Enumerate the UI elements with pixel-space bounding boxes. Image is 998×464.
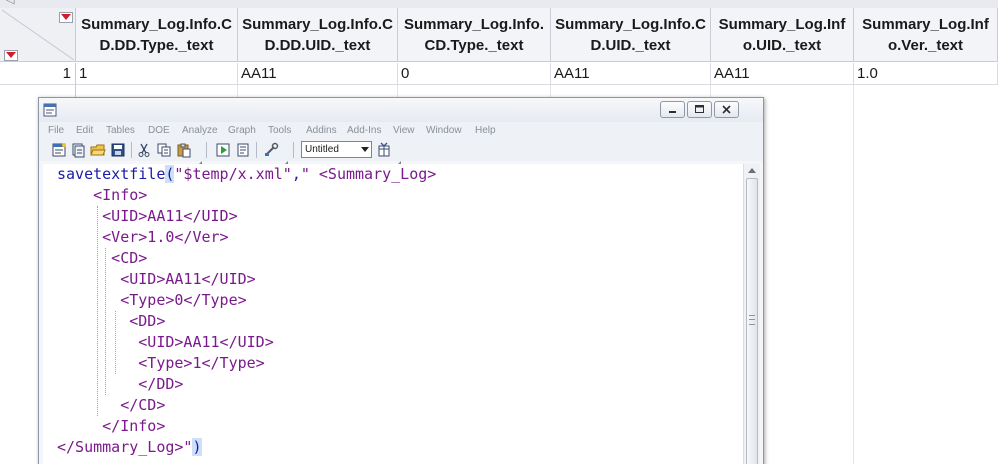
- table-select-icon[interactable]: [376, 142, 392, 158]
- script-app-icon: [43, 103, 57, 117]
- code-line[interactable]: savetextfile("$temp/x.xml"," <Summary_Lo…: [57, 164, 436, 185]
- maximize-button[interactable]: [687, 101, 712, 118]
- code-string-path: "$temp/x.xml": [174, 165, 292, 183]
- code-string-xml: " <Summary_Log>: [300, 165, 437, 183]
- menu-bar: File Edit Tables DOE Analyze Graph Tools…: [39, 122, 763, 139]
- toolbar-grip-icon: [396, 153, 401, 166]
- code-line[interactable]: </CD>: [57, 395, 165, 416]
- table-cell[interactable]: 1: [76, 63, 238, 85]
- minimize-button[interactable]: [660, 101, 685, 118]
- table-cell[interactable]: AA11: [551, 63, 711, 85]
- code-paren-close: ): [192, 438, 202, 456]
- table-cell[interactable]: 0: [398, 63, 551, 85]
- table-corner-cell[interactable]: [0, 8, 76, 62]
- table-select[interactable]: Untitled: [301, 141, 372, 158]
- column-header-4[interactable]: Summary_Log.Info.CD.UID._text: [551, 8, 711, 62]
- code-line[interactable]: </DD>: [57, 374, 183, 395]
- close-button[interactable]: [714, 101, 739, 118]
- collapse-left-icon[interactable]: ◁: [6, 0, 14, 6]
- code-line[interactable]: </Summary_Log>"): [57, 437, 202, 458]
- code-line[interactable]: <Type>1</Type>: [57, 353, 264, 374]
- row-menu-red-triangle-icon[interactable]: [6, 52, 16, 58]
- toolbar-separator: [206, 142, 207, 158]
- close-icon: [722, 105, 731, 114]
- window-title-bar[interactable]: [39, 98, 763, 122]
- menu-file[interactable]: File: [48, 124, 64, 137]
- toolbar-grip-icon: [197, 153, 202, 166]
- script-editor[interactable]: savetextfile("$temp/x.xml"," <Summary_Lo…: [43, 164, 743, 464]
- grid-line: [853, 85, 854, 464]
- open-folder-icon[interactable]: [90, 142, 106, 158]
- open-icon[interactable]: [70, 142, 86, 158]
- row-number[interactable]: 1: [0, 63, 76, 85]
- new-script-icon[interactable]: [51, 142, 67, 158]
- code-comma: ,: [291, 165, 301, 183]
- minimize-icon: [669, 111, 676, 113]
- menu-tools[interactable]: Tools: [268, 124, 291, 137]
- code-line[interactable]: <CD>: [57, 248, 147, 269]
- menu-window[interactable]: Window: [426, 124, 462, 137]
- table-cell[interactable]: 1.0: [854, 63, 998, 85]
- column-header-6[interactable]: Summary_Log.Info.Ver._text: [854, 8, 998, 62]
- column-header-5[interactable]: Summary_Log.Info.UID._text: [711, 8, 854, 62]
- paste-icon[interactable]: [176, 142, 192, 158]
- menu-addins[interactable]: Addins: [306, 124, 337, 137]
- screen: ◁ Summary_Log.Info.CD.DD.Type._text Summ…: [0, 0, 998, 464]
- code-line[interactable]: <Info>: [57, 185, 147, 206]
- code-line[interactable]: <Ver>1.0</Ver>: [57, 227, 228, 248]
- scroll-up-arrow-icon[interactable]: [748, 168, 756, 173]
- properties-icon[interactable]: [235, 142, 251, 158]
- menu-doe[interactable]: DOE: [148, 124, 170, 137]
- menu-view[interactable]: View: [393, 124, 415, 137]
- code-line[interactable]: <DD>: [57, 311, 165, 332]
- save-icon[interactable]: [110, 142, 126, 158]
- code-line[interactable]: <UID>AA11</UID>: [57, 206, 237, 227]
- run-script-icon[interactable]: [215, 142, 231, 158]
- column-menu-red-triangle-icon[interactable]: [61, 14, 71, 20]
- script-window[interactable]: File Edit Tables DOE Analyze Graph Tools…: [38, 97, 764, 464]
- toolbar-separator: [293, 142, 294, 158]
- cut-icon[interactable]: [136, 142, 152, 158]
- chevron-down-icon[interactable]: [361, 147, 369, 152]
- code-string-xml-end: </Summary_Log>": [57, 438, 193, 456]
- maximize-icon: [695, 105, 704, 113]
- table-cell[interactable]: AA11: [711, 63, 854, 85]
- scrollbar-grip-icon: [749, 315, 755, 325]
- menu-tables[interactable]: Tables: [106, 124, 135, 137]
- toolbar: Untitled: [39, 139, 763, 166]
- copy-icon[interactable]: [156, 142, 172, 158]
- scrollbar-thumb[interactable]: [746, 178, 758, 464]
- table-select-value: Untitled: [305, 144, 339, 155]
- toolbar-separator: [256, 142, 257, 158]
- table-cell[interactable]: AA11: [238, 63, 398, 85]
- menu-edit[interactable]: Edit: [76, 124, 93, 137]
- menu-analyze[interactable]: Analyze: [182, 124, 218, 137]
- tools-icon[interactable]: [263, 142, 279, 158]
- code-line[interactable]: <Type>0</Type>: [57, 290, 246, 311]
- menu-add-ins[interactable]: Add-Ins: [347, 124, 381, 137]
- column-header-2[interactable]: Summary_Log.Info.CD.DD.UID._text: [238, 8, 398, 62]
- code-line[interactable]: </Info>: [57, 416, 165, 437]
- code-line[interactable]: <UID>AA11</UID>: [57, 332, 273, 353]
- menu-help[interactable]: Help: [475, 124, 496, 137]
- menu-graph[interactable]: Graph: [228, 124, 256, 137]
- toolbar-separator: [131, 142, 132, 158]
- column-header-1[interactable]: Summary_Log.Info.CD.DD.Type._text: [76, 8, 238, 62]
- editor-vertical-scrollbar[interactable]: [743, 164, 760, 464]
- code-function-name: savetextfile: [57, 165, 166, 183]
- code-line[interactable]: <UID>AA11</UID>: [57, 269, 255, 290]
- toolbar-grip-icon: [283, 153, 288, 166]
- column-header-3[interactable]: Summary_Log.Info.CD.Type._text: [398, 8, 551, 62]
